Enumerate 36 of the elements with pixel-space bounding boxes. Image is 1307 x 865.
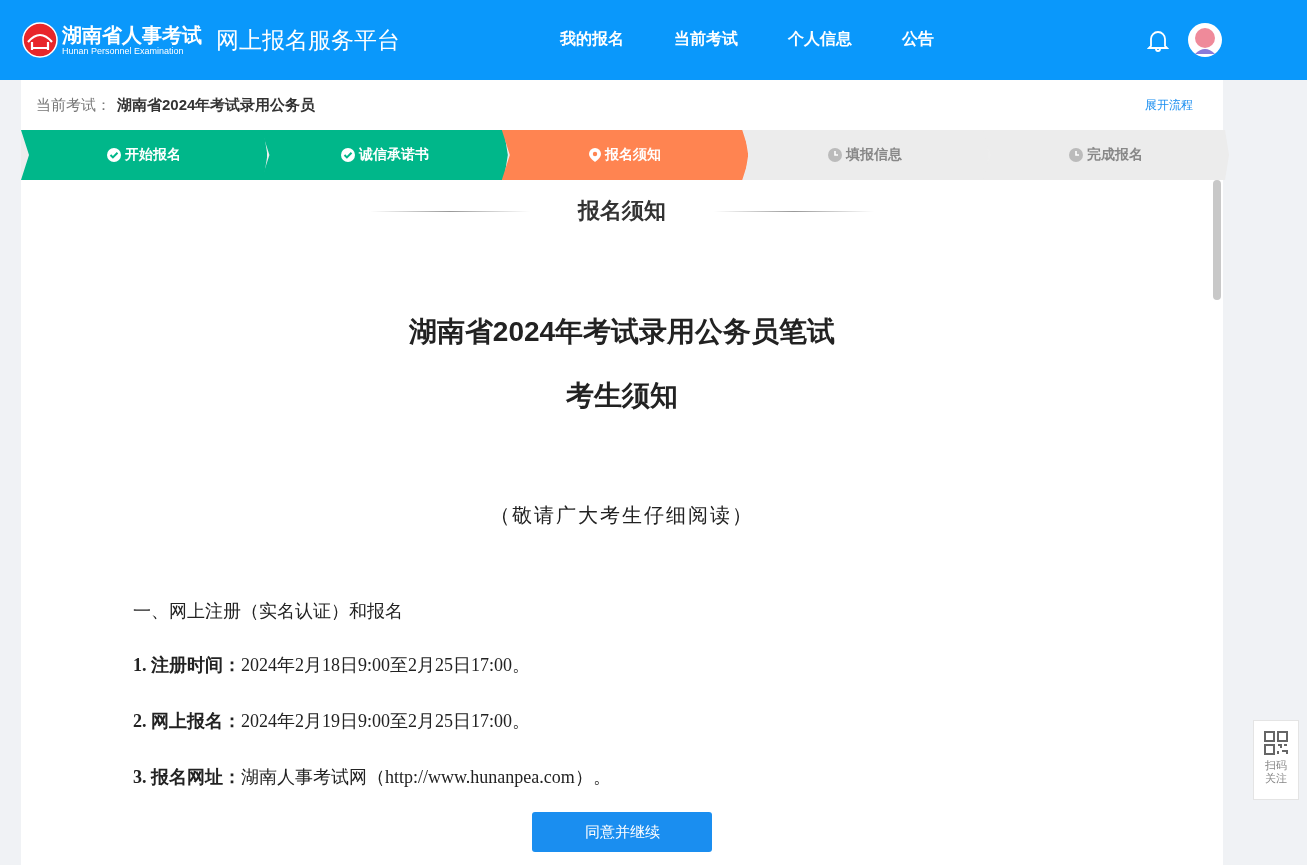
notice-item: 3. 报名网址：湖南人事考试网（http://www.hunanpea.com）。 <box>133 766 612 789</box>
document-title: 考生须知 <box>565 379 679 413</box>
nav-link[interactable]: 当前考试 <box>674 24 738 56</box>
document-subtitle: （敬请广大考生仔细阅读） <box>489 503 755 528</box>
avatar[interactable] <box>1187 22 1223 58</box>
platform-title: 网上报名服务平台 <box>216 25 400 55</box>
nav-link[interactable]: 公告 <box>902 24 934 56</box>
clock-icon <box>1068 148 1083 162</box>
notice-item: 2. 网上报名：2024年2月19日9:00至2月25日17:00。 <box>133 710 531 733</box>
qr-code-icon <box>1264 731 1288 755</box>
check-icon <box>340 148 355 162</box>
section-title: 一、网上注册（实名认证）和报名 <box>133 600 404 623</box>
exam-label: 当前考试： <box>36 95 111 115</box>
nav-link[interactable]: 我的报名 <box>560 24 624 56</box>
bell-icon[interactable] <box>1147 28 1169 52</box>
clock-icon <box>828 148 843 162</box>
logo-icon <box>22 22 58 58</box>
section-heading: 报名须知 <box>578 197 666 225</box>
check-icon <box>107 148 122 162</box>
qr-float-panel[interactable]: 扫码关注 <box>1253 720 1299 800</box>
step-label: 报名须知 <box>605 146 661 164</box>
agree-button[interactable]: 同意并继续 <box>532 812 712 852</box>
logo-title: 湖南省人事考试 <box>62 24 202 46</box>
document-title: 湖南省2024年考试录用公务员笔试 <box>407 315 837 349</box>
qr-label: 扫码关注 <box>1264 759 1288 785</box>
step-label: 开始报名 <box>125 146 182 164</box>
logo-subtitle: Hunan Personnel Examination <box>62 46 185 56</box>
step-label: 完成报名 <box>1086 146 1143 164</box>
exam-name: 湖南省2024年考试录用公务员 <box>117 95 317 115</box>
expand-flow-link[interactable]: 展开流程 <box>1145 96 1193 114</box>
scrollbar[interactable] <box>1213 180 1221 300</box>
step-label: 填报信息 <box>846 146 903 164</box>
notice-item: 1. 注册时间：2024年2月18日9:00至2月25日17:00。 <box>133 654 531 677</box>
step-label: 诚信承诺书 <box>358 146 429 164</box>
nav-link[interactable]: 个人信息 <box>788 24 852 56</box>
location-pin-icon <box>589 148 601 162</box>
